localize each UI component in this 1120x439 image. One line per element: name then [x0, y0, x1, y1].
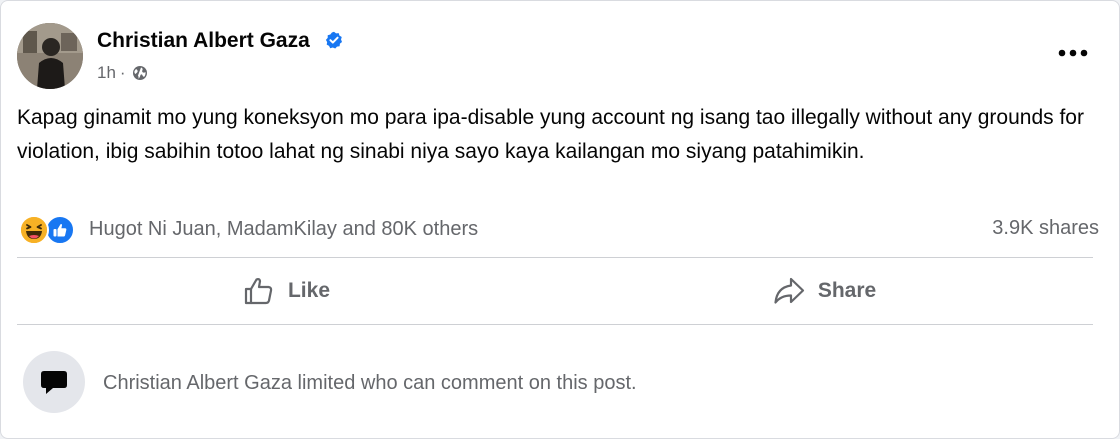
avatar[interactable]	[17, 23, 83, 89]
author-name[interactable]: Christian Albert Gaza	[97, 29, 343, 53]
comment-restriction-notice: Christian Albert Gaza limited who can co…	[23, 351, 1097, 413]
share-button[interactable]: Share	[555, 261, 1093, 321]
author-name-text[interactable]: Christian Albert Gaza	[97, 29, 310, 52]
like-button-label: Like	[287, 279, 331, 302]
thumbs-up-icon	[244, 278, 273, 305]
comment-restriction-text: Christian Albert Gaza limited who can co…	[103, 372, 637, 394]
like-button[interactable]: Like	[17, 261, 555, 321]
post-meta: 1h ·	[97, 63, 148, 83]
like-icon	[45, 215, 75, 245]
reaction-icons[interactable]	[19, 215, 81, 245]
shares-count[interactable]: 3.9K shares	[992, 217, 1099, 240]
verified-badge-icon	[325, 31, 342, 49]
more-options-button[interactable]	[1053, 35, 1093, 71]
post-header: Christian Albert Gaza 1h ·	[17, 21, 1103, 93]
reactions-summary[interactable]: Hugot Ni Juan, MadamKilay and 80K others	[89, 218, 478, 241]
post-text: Kapag ginamit mo yung koneksyon mo para …	[17, 106, 1084, 163]
share-arrow-icon	[774, 277, 804, 304]
meta-separator: ·	[119, 63, 126, 82]
action-bar: Like Share	[17, 261, 1093, 321]
share-button-label: Share	[817, 279, 877, 302]
notice-icon-container	[23, 351, 85, 413]
haha-icon	[19, 215, 49, 245]
reactions-row: Hugot Ni Juan, MadamKilay and 80K others…	[17, 211, 1099, 251]
globe-icon[interactable]	[132, 65, 148, 81]
more-options-icon	[1058, 49, 1088, 57]
speech-bubble-icon	[41, 371, 67, 394]
post-timestamp[interactable]: 1h	[97, 63, 116, 83]
divider	[17, 324, 1093, 325]
post-card: Christian Albert Gaza 1h · Kapag ginamit	[0, 0, 1120, 439]
avatar-photo	[17, 23, 83, 89]
divider	[17, 257, 1093, 258]
